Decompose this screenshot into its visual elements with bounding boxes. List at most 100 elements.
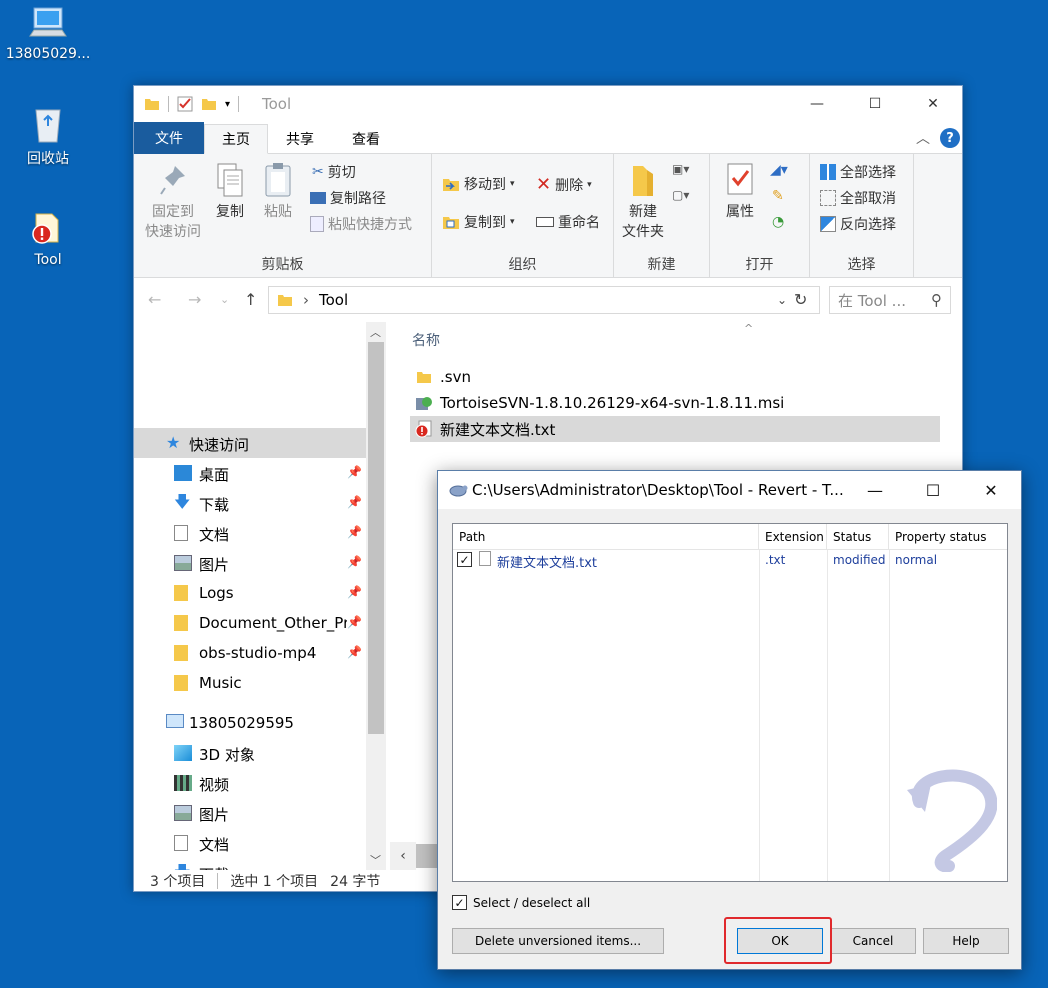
column-header-path[interactable]: Path — [453, 524, 759, 550]
nav-item-logs[interactable]: Logs 📌 — [134, 578, 366, 608]
paste-shortcut-button[interactable]: 粘贴快捷方式 — [310, 214, 412, 234]
nav-scrollbar[interactable]: ︿ ﹀ — [366, 322, 386, 870]
new-item-icon[interactable]: ▣▾ — [672, 162, 698, 182]
cut-button[interactable]: ✂ 剪切 — [312, 162, 356, 182]
folder-icon — [414, 368, 434, 386]
select-all-checkbox[interactable]: ✓ Select / deselect all — [452, 895, 590, 910]
chevron-up-icon[interactable]: ︿ — [916, 128, 930, 148]
nav-item-downloads[interactable]: 🡇 下载 📌 — [134, 488, 366, 518]
nav-item-3d-objects[interactable]: 3D 对象 — [134, 738, 366, 768]
file-row-txt[interactable]: 新建文本文档.txt — [410, 416, 940, 442]
chevron-down-icon[interactable]: ▾ — [225, 99, 230, 110]
minimize-button[interactable]: — — [846, 471, 904, 509]
nav-item-documents-pc[interactable]: 文档 — [134, 828, 366, 858]
close-button[interactable]: ✕ — [904, 86, 962, 122]
close-button[interactable]: ✕ — [962, 471, 1020, 509]
rename-button[interactable]: 重命名 — [536, 212, 600, 232]
nav-quick-access[interactable]: ★ 快速访问 — [134, 428, 366, 458]
revert-dialog: C:\Users\Administrator\Desktop\Tool - Re… — [437, 470, 1022, 970]
nav-this-pc[interactable]: 13805029595 — [134, 708, 366, 738]
new-folder-icon — [633, 166, 653, 196]
row-property-status: normal — [895, 553, 938, 567]
window-title: Tool — [262, 95, 292, 113]
address-bar[interactable]: › Tool ⌄ — [268, 286, 820, 314]
column-header-name[interactable]: 名称 — [412, 330, 440, 350]
nav-item-music[interactable]: Music — [134, 668, 366, 698]
pin-icon: 📌 — [347, 615, 362, 629]
back-arrow-icon[interactable]: ← — [148, 290, 161, 309]
edit-icon[interactable]: ✎ — [772, 188, 784, 204]
properties-check-icon[interactable] — [177, 96, 193, 112]
delete-unversioned-button[interactable]: Delete unversioned items... — [452, 928, 664, 954]
address-dropdown-icon[interactable]: ⌄ — [777, 293, 787, 307]
new-folder-icon[interactable] — [201, 96, 217, 112]
select-all-button[interactable]: 全部选择 — [820, 162, 896, 182]
nav-item-obs-studio[interactable]: obs-studio-mp4 📌 — [134, 638, 366, 668]
tab-share[interactable]: 共享 — [272, 124, 328, 154]
row-checkbox[interactable]: ✓ — [457, 552, 472, 567]
new-folder-button[interactable]: 新建 文件夹 — [618, 162, 668, 242]
maximize-button[interactable]: ☐ — [846, 86, 904, 122]
file-row-msi[interactable]: TortoiseSVN-1.8.10.26129-x64-svn-1.8.11.… — [410, 390, 962, 416]
divider — [238, 96, 240, 112]
desktop-icon-computer[interactable]: 13805029... — [0, 6, 96, 62]
scroll-down-icon[interactable]: ﹀ — [370, 852, 381, 868]
breadcrumb[interactable]: Tool — [319, 291, 348, 309]
copy-to-button[interactable]: 复制到 ▾ — [442, 212, 515, 232]
properties-button[interactable]: 属性 — [718, 162, 762, 222]
maximize-button[interactable]: ☐ — [904, 471, 962, 509]
help-button[interactable]: Help — [923, 928, 1009, 954]
nav-item-document-other[interactable]: Document_Other_Pr 📌 — [134, 608, 366, 638]
divider — [217, 873, 219, 889]
recent-chevron-icon[interactable]: ⌄ — [220, 293, 229, 306]
scroll-up-icon[interactable]: ︿ — [370, 324, 381, 340]
move-to-label: 移动到 — [464, 177, 506, 193]
nav-item-pictures-pc[interactable]: 图片 — [134, 798, 366, 828]
pictures-icon — [174, 805, 192, 821]
pin-icon: 📌 — [347, 465, 362, 479]
copy-button[interactable]: 复制 — [208, 162, 252, 222]
search-placeholder: 在 Tool ... — [838, 291, 906, 310]
nav-item-downloads-pc[interactable]: 🡇 下载 — [134, 858, 366, 870]
download-arrow-icon: 🡇 — [174, 492, 191, 511]
file-row-svn[interactable]: .svn — [410, 364, 962, 390]
up-arrow-icon[interactable]: ↑ — [244, 290, 257, 309]
minimize-button[interactable]: — — [788, 86, 846, 122]
tab-file[interactable]: 文件 — [134, 122, 204, 154]
nav-item-videos[interactable]: 视频 — [134, 768, 366, 798]
desktop-icon-tool[interactable]: Tool — [0, 208, 96, 268]
history-icon[interactable]: ◔ — [772, 214, 784, 230]
scrollbar-thumb[interactable] — [368, 342, 384, 734]
horizontal-scrollbar[interactable]: ‹ — [390, 842, 416, 870]
delete-button[interactable]: ✕ 删除 ▾ — [536, 174, 592, 195]
help-icon[interactable]: ? — [940, 128, 960, 148]
invert-selection-icon — [820, 216, 836, 232]
refresh-icon[interactable]: ↻ — [794, 290, 807, 309]
list-item[interactable]: ✓ 新建文本文档.txt .txt modified normal — [453, 550, 1007, 572]
column-header-extension[interactable]: Extension — [759, 524, 827, 550]
desktop-icon-recycle-bin[interactable]: 回收站 — [0, 104, 96, 168]
chevron-down-icon: ▾ — [510, 179, 515, 189]
copy-to-icon — [443, 217, 459, 229]
paste-button[interactable]: 粘贴 — [256, 162, 300, 222]
select-none-button[interactable]: 全部取消 — [820, 188, 896, 208]
pin-to-quick-access-button[interactable]: 固定到 快速访问 — [142, 162, 204, 242]
tab-home[interactable]: 主页 — [204, 124, 268, 154]
move-to-button[interactable]: 移动到 ▾ — [442, 174, 515, 194]
column-header-property-status[interactable]: Property status — [889, 524, 1007, 550]
nav-item-desktop[interactable]: 桌面 📌 — [134, 458, 366, 488]
download-arrow-icon: 🡇 — [174, 861, 192, 870]
move-to-icon — [443, 179, 459, 191]
open-icon[interactable]: ◢▾ — [770, 162, 788, 178]
column-header-status[interactable]: Status — [827, 524, 889, 550]
invert-selection-button[interactable]: 反向选择 — [820, 214, 896, 234]
copy-path-button[interactable]: 复制路径 — [310, 188, 386, 208]
cancel-button[interactable]: Cancel — [830, 928, 916, 954]
search-input[interactable]: 在 Tool ... ⚲ — [829, 286, 951, 314]
nav-item-documents[interactable]: 文档 📌 — [134, 518, 366, 548]
forward-arrow-icon[interactable]: → — [188, 290, 201, 309]
revert-file-list[interactable]: Path Extension Status Property status ✓ … — [452, 523, 1008, 882]
nav-item-pictures[interactable]: 图片 📌 — [134, 548, 366, 578]
easy-access-icon[interactable]: ▢▾ — [672, 188, 698, 208]
tab-view[interactable]: 查看 — [336, 124, 396, 154]
